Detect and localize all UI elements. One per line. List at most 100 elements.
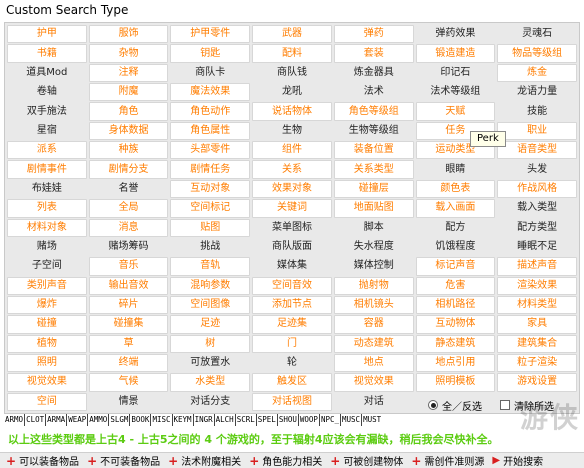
search-type-cell[interactable]: 可放置水 xyxy=(170,353,251,373)
search-type-cell[interactable]: 贴图 xyxy=(170,218,251,237)
search-type-cell[interactable]: 灵魂石 xyxy=(497,25,577,44)
search-type-cell[interactable]: 商队版面 xyxy=(252,237,332,257)
search-type-cell[interactable]: 静态建筑 xyxy=(415,334,496,353)
search-type-cell[interactable]: 对话视图 xyxy=(252,392,332,411)
checkbox-icon[interactable] xyxy=(500,400,510,410)
search-type-cell[interactable]: 失水程度 xyxy=(333,237,414,257)
search-type-cell[interactable]: 碰撞层 xyxy=(333,179,414,199)
search-type-cell[interactable]: 关键词 xyxy=(252,199,332,218)
search-type-cell[interactable]: 相机路径 xyxy=(415,295,496,315)
search-type-cell[interactable]: 音轨 xyxy=(170,257,251,276)
search-type-cell[interactable]: 天赋 xyxy=(415,102,496,121)
search-type-cell[interactable]: 建筑集合 xyxy=(497,334,577,353)
search-type-cell[interactable]: 水类型 xyxy=(170,373,251,392)
search-type-cell[interactable]: 锻造建造 xyxy=(415,44,496,63)
search-type-cell[interactable]: 头发 xyxy=(497,160,577,179)
search-type-cell[interactable]: 标记声音 xyxy=(415,257,496,276)
search-type-cell[interactable]: 剧情事件 xyxy=(7,160,87,179)
search-type-cell[interactable]: 门 xyxy=(252,334,332,353)
clear-selection-toggle[interactable]: 清除所选 xyxy=(500,398,554,413)
search-type-cell[interactable]: 挑战 xyxy=(170,237,251,257)
search-type-cell[interactable]: 全局 xyxy=(88,199,169,218)
search-type-cell[interactable]: 碎片 xyxy=(88,295,169,315)
search-type-cell[interactable]: 印记石 xyxy=(415,63,496,83)
search-type-cell[interactable]: 子空间 xyxy=(7,257,87,276)
search-type-cell[interactable]: 注释 xyxy=(88,63,169,83)
search-type-cell[interactable]: 物品等级组 xyxy=(497,44,577,63)
search-type-cell[interactable]: 剧情分支 xyxy=(88,160,169,179)
search-type-cell[interactable]: 互动对象 xyxy=(170,179,251,199)
filter-criteria[interactable]: + 需创件准则源 xyxy=(411,453,484,468)
search-type-cell[interactable]: 钥匙 xyxy=(170,44,251,63)
search-type-cell[interactable]: 配料 xyxy=(252,44,332,63)
search-type-cell[interactable]: 情景 xyxy=(88,392,169,411)
search-type-cell[interactable]: 说话物体 xyxy=(252,102,332,121)
search-type-cell[interactable]: 动态建筑 xyxy=(333,334,414,353)
search-type-cell[interactable]: 容器 xyxy=(333,315,414,334)
search-type-cell[interactable]: 附魔 xyxy=(88,83,169,102)
search-type-cell[interactable]: 赌场筹码 xyxy=(88,237,169,257)
search-type-cell[interactable]: 菜单图标 xyxy=(252,218,332,237)
search-type-cell[interactable]: 视觉效果 xyxy=(333,373,414,392)
search-type-cell[interactable]: 法术 xyxy=(333,83,414,102)
search-type-cell[interactable]: 爆炸 xyxy=(7,295,87,315)
search-type-cell[interactable]: 弹药效果 xyxy=(415,25,496,44)
search-type-cell[interactable]: 技能 xyxy=(497,102,577,121)
search-type-cell[interactable]: 名誉 xyxy=(88,179,169,199)
search-type-cell[interactable]: 输出音效 xyxy=(88,276,169,295)
search-type-cell[interactable]: 触发区 xyxy=(252,373,332,392)
search-type-cell[interactable]: 配方 xyxy=(415,218,496,237)
search-type-cell[interactable]: 头部零件 xyxy=(170,141,251,160)
search-type-cell[interactable]: 音乐 xyxy=(88,257,169,276)
search-type-cell[interactable]: 危害 xyxy=(415,276,496,295)
search-type-cell[interactable]: 关系 xyxy=(252,160,332,179)
search-type-cell[interactable]: 饥饿程度 xyxy=(415,237,496,257)
search-type-cell[interactable]: 媒体集 xyxy=(252,257,332,276)
search-type-cell[interactable]: 武器 xyxy=(252,25,332,44)
search-type-cell[interactable]: 语音类型 xyxy=(497,141,577,160)
search-type-cell[interactable]: 护甲 xyxy=(7,25,87,44)
search-type-cell[interactable]: 载入类型 xyxy=(497,199,577,218)
search-type-cell[interactable]: 作战风格 xyxy=(497,179,577,199)
search-type-cell[interactable]: 组件 xyxy=(252,141,332,160)
search-type-cell[interactable]: 相机镜头 xyxy=(333,295,414,315)
search-type-cell[interactable]: 角色等级组 xyxy=(333,102,414,121)
search-type-cell[interactable]: 对话分支 xyxy=(170,392,251,411)
search-type-cell[interactable]: 树 xyxy=(170,334,251,353)
search-type-cell[interactable]: 剧情任务 xyxy=(170,160,251,179)
search-type-cell[interactable]: 角色属性 xyxy=(170,121,251,141)
search-type-cell[interactable]: 道具Mod xyxy=(7,63,87,83)
filter-creatable[interactable]: + 可被创建物体 xyxy=(330,453,403,468)
search-type-cell[interactable]: 渲染效果 xyxy=(497,276,577,295)
search-type-cell[interactable]: 配方类型 xyxy=(497,218,577,237)
search-type-cell[interactable]: 书籍 xyxy=(7,44,87,63)
search-type-cell[interactable]: 轮 xyxy=(252,353,332,373)
search-type-cell[interactable]: 护甲零件 xyxy=(170,25,251,44)
search-type-cell[interactable]: 列表 xyxy=(7,199,87,218)
search-type-cell[interactable]: 龙吼 xyxy=(252,83,332,102)
search-type-cell[interactable]: 抛射物 xyxy=(333,276,414,295)
search-type-cell[interactable]: 生物 xyxy=(252,121,332,141)
search-type-cell[interactable]: 载入画面 xyxy=(415,199,496,218)
search-type-cell[interactable]: 魔法效果 xyxy=(170,83,251,102)
search-type-cell[interactable]: 植物 xyxy=(7,334,87,353)
search-type-cell[interactable]: 照明 xyxy=(7,353,87,373)
search-type-cell[interactable]: 赌场 xyxy=(7,237,87,257)
search-type-cell[interactable]: 生物等级组 xyxy=(333,121,414,141)
search-type-cell[interactable]: 照明模板 xyxy=(415,373,496,392)
search-type-cell[interactable]: 粒子渲染 xyxy=(497,353,577,373)
search-type-cell[interactable]: 杂物 xyxy=(88,44,169,63)
filter-spell-enchant[interactable]: + 法术附魔相关 xyxy=(168,453,241,468)
filter-character-ability[interactable]: + 角色能力相关 xyxy=(249,453,322,468)
search-type-cell[interactable]: 商队卡 xyxy=(170,63,251,83)
search-type-cell[interactable]: 地面贴图 xyxy=(333,199,414,218)
search-type-cell[interactable]: 脚本 xyxy=(333,218,414,237)
search-type-cell[interactable]: 地点引用 xyxy=(415,353,496,373)
search-type-cell[interactable]: 空间 xyxy=(7,392,87,411)
search-type-cell[interactable]: 材料类型 xyxy=(497,295,577,315)
search-type-cell[interactable]: 家具 xyxy=(497,315,577,334)
search-type-cell[interactable]: 颜色表 xyxy=(415,179,496,199)
start-search-button[interactable]: ▶ 开始搜索 xyxy=(492,453,543,468)
search-type-cell[interactable]: 职业 xyxy=(497,121,577,141)
search-type-cell[interactable]: 关系类型 xyxy=(333,160,414,179)
